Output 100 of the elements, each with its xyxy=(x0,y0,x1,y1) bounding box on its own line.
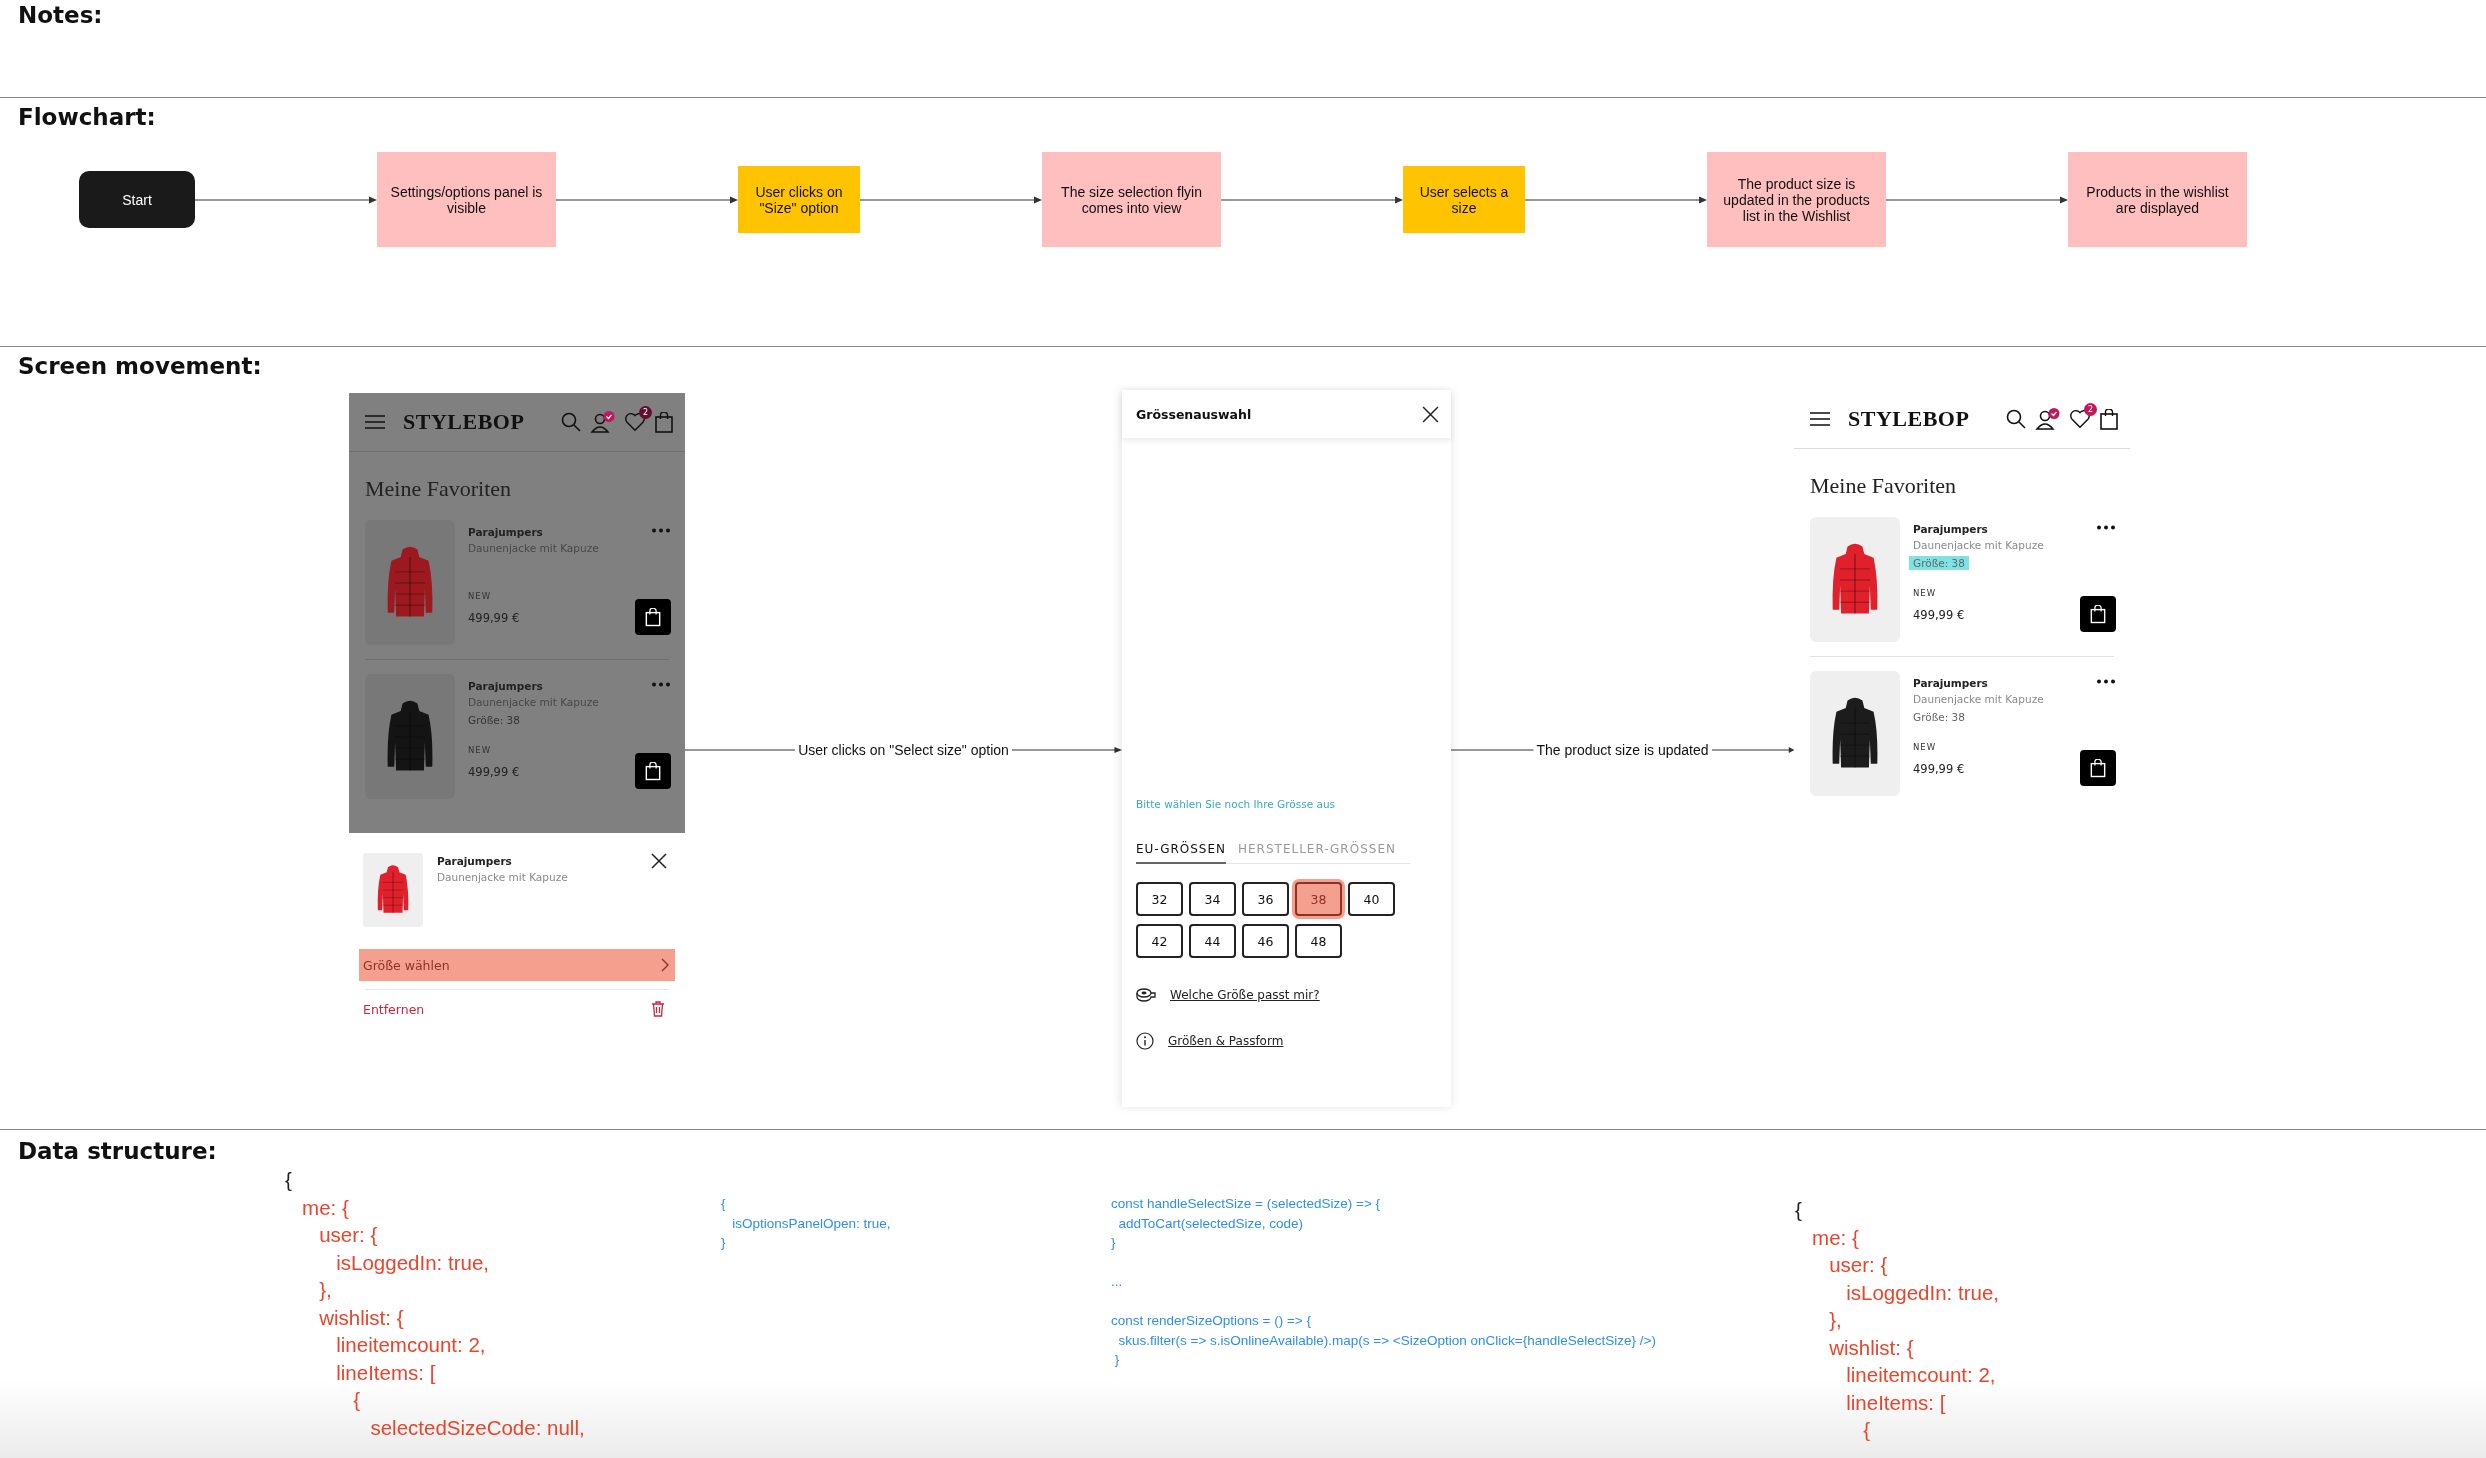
product-price: 499,99 € xyxy=(468,611,520,625)
code-line: lineitemcount: 2, xyxy=(335,1332,486,1358)
code-line: { xyxy=(1795,1197,1802,1223)
size-option[interactable]: 46 xyxy=(1242,924,1289,958)
menu-icon[interactable] xyxy=(365,415,385,429)
code-line: lineItems: [ xyxy=(1845,1389,1946,1416)
product-price: 499,99 € xyxy=(468,765,520,779)
search-icon[interactable] xyxy=(2006,409,2026,429)
count-badge: 2 xyxy=(639,406,652,419)
flowchart-node: Products in the wishlist are displayed xyxy=(2068,152,2247,247)
product-price: 499,99 € xyxy=(1913,762,1965,776)
bag-icon xyxy=(2090,758,2106,778)
help-link[interactable]: Welche Größe passt mir? xyxy=(1170,988,1320,1002)
flowchart-node: The product size is updated in the products list in the Wishlist xyxy=(1707,152,1886,247)
help-link[interactable]: Größen & Passform xyxy=(1168,1034,1284,1048)
flowchart-node: The size selection flyin comes into view xyxy=(1042,152,1221,247)
bag-icon xyxy=(645,761,661,781)
brand-logo[interactable]: STYLEBOP xyxy=(403,409,525,435)
code-line: }, xyxy=(1828,1307,1842,1333)
code-line: lineItems: [ xyxy=(335,1359,436,1386)
bag-icon xyxy=(645,607,661,627)
code-line: lineitemcount: 2, xyxy=(1845,1362,1996,1388)
product-brand: Parajumpers xyxy=(468,680,543,692)
size-option[interactable]: 42 xyxy=(1136,924,1183,958)
add-to-bag-button[interactable] xyxy=(635,599,671,635)
product-size: Größe: 38 xyxy=(1909,556,1969,570)
new-label: NEW xyxy=(1913,588,1937,598)
flowchart-node: User selects a size xyxy=(1403,166,1525,233)
code-line: const handleSelectSize = (selectedSize) => { xyxy=(1111,1195,1381,1213)
remove-button[interactable]: Entfernen xyxy=(359,990,675,1028)
code-line: } xyxy=(721,1234,726,1252)
product-brand: Parajumpers xyxy=(1913,523,1988,535)
product-name: Daunenjacke mit Kapuze xyxy=(1913,539,2044,551)
more-icon[interactable] xyxy=(2096,679,2116,684)
add-to-bag-button[interactable] xyxy=(2080,596,2116,632)
section-heading: Data structure: xyxy=(18,1137,217,1166)
size-option[interactable]: 38 xyxy=(1295,882,1342,916)
code-line: isLoggedIn: true, xyxy=(1845,1279,1999,1306)
code-line: user: { xyxy=(318,1222,378,1248)
trash-icon xyxy=(651,1001,665,1017)
product-name: Daunenjacke mit Kapuze xyxy=(1913,693,2044,705)
code-line: }, xyxy=(318,1277,332,1303)
code-line: } xyxy=(1111,1234,1116,1252)
measuring-tape-icon xyxy=(1136,988,1156,1002)
code-line: { xyxy=(285,1167,292,1193)
product-brand: Parajumpers xyxy=(437,855,513,867)
transition-label: The product size is updated xyxy=(1535,742,1710,758)
product-brand: Parajumpers xyxy=(1913,677,1988,689)
new-label: NEW xyxy=(1913,742,1937,752)
add-to-bag-button[interactable] xyxy=(2080,750,2116,786)
size-hint: Bitte wählen Sie noch Ihre Grösse aus xyxy=(1136,798,1335,810)
code-line: { xyxy=(721,1195,726,1213)
menu-icon[interactable] xyxy=(1810,412,1830,426)
close-icon xyxy=(1422,405,1439,423)
code-line: user: { xyxy=(1828,1252,1888,1278)
code-line: const renderSizeOptions = () => { xyxy=(1111,1312,1311,1330)
page-title: Meine Favoriten xyxy=(1810,473,1958,499)
select-size-button[interactable]: Größe wählen xyxy=(359,949,675,981)
close-button[interactable] xyxy=(1422,405,1439,423)
size-option[interactable]: 36 xyxy=(1242,882,1289,916)
page-title: Meine Favoriten xyxy=(365,476,513,502)
product-price: 499,99 € xyxy=(1913,608,1965,622)
code-line: { xyxy=(352,1387,361,1413)
code-line: selectedSizeCode: null, xyxy=(369,1414,585,1441)
flyin-title: Grössenauswahl xyxy=(1136,406,1252,422)
bag-icon[interactable] xyxy=(2100,408,2118,430)
transition-label: User clicks on "Select size" option xyxy=(797,742,1010,758)
close-icon xyxy=(651,853,667,869)
product-size: Größe: 38 xyxy=(1913,710,1965,724)
close-button[interactable] xyxy=(651,853,667,869)
product-brand: Parajumpers xyxy=(468,526,543,538)
count-badge: 2 xyxy=(2084,403,2097,416)
size-option[interactable]: 40 xyxy=(1348,882,1395,916)
size-option[interactable]: 32 xyxy=(1136,882,1183,916)
bag-icon xyxy=(2090,604,2106,624)
size-option[interactable]: 44 xyxy=(1189,924,1236,958)
size-tab[interactable]: EU-GRÖSSEN xyxy=(1136,842,1226,864)
brand-logo[interactable]: STYLEBOP xyxy=(1848,406,1970,432)
new-label: NEW xyxy=(468,591,492,601)
chevron-icon xyxy=(661,958,669,972)
section-heading: Flowchart: xyxy=(18,103,156,132)
size-option[interactable]: 34 xyxy=(1189,882,1236,916)
user-icon[interactable] xyxy=(2035,407,2060,431)
code-line: addToCart(selectedSize, code) xyxy=(1117,1214,1304,1233)
code-line: isLoggedIn: true, xyxy=(335,1249,489,1276)
code-line: } xyxy=(1113,1351,1120,1369)
flowchart-node: User clicks on "Size" option xyxy=(738,166,860,233)
new-label: NEW xyxy=(468,745,492,755)
code-line: ... xyxy=(1111,1273,1123,1291)
product-name: Daunenjacke mit Kapuze xyxy=(437,871,568,883)
flowchart-node: Start xyxy=(79,171,195,228)
more-icon[interactable] xyxy=(2096,525,2116,530)
info-icon xyxy=(1136,1032,1154,1050)
code-line: isOptionsPanelOpen: true, xyxy=(731,1214,891,1233)
code-line: wishlist: { xyxy=(1828,1334,1914,1361)
section-heading: Screen movement: xyxy=(18,352,262,381)
code-line: skus.filter(s => s.isOnlineAvailable).map(s => <SizeOption onClick={handleSelectSize} />) xyxy=(1117,1331,1656,1350)
code-line: me: { xyxy=(1811,1224,1859,1251)
size-option[interactable]: 48 xyxy=(1295,924,1342,958)
add-to-bag-button[interactable] xyxy=(635,753,671,789)
